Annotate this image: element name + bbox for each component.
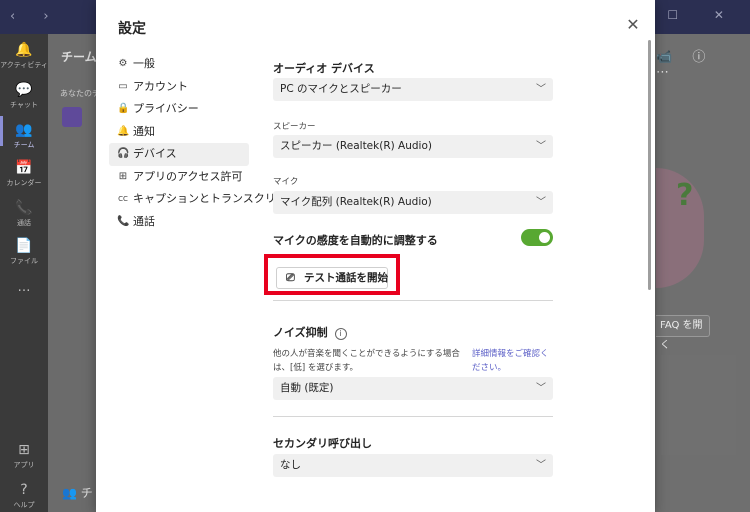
menu-item-privacy[interactable]: 🔒 プライバシー <box>109 98 249 121</box>
chevron-down-icon: ﹀ <box>536 460 546 471</box>
rail-item-more[interactable]: … <box>0 280 48 295</box>
open-faq-button[interactable]: FAQ を開く <box>656 315 710 351</box>
team-avatar[interactable] <box>62 107 82 127</box>
rail-item-label: ファイル <box>10 257 38 265</box>
rail-item-activity[interactable]: 🔔 アクティビティ <box>0 42 48 70</box>
secondary-ringer-select[interactable]: なし ﹀ <box>273 454 553 477</box>
noise-description: 他の人が音楽を聞くことができるようにする場合は、[低] を選びます。 <box>273 349 460 373</box>
rail-item-label: チーム <box>13 141 35 149</box>
menu-item-notifications[interactable]: 🔔 通知 <box>109 121 249 144</box>
mic-label: マイク <box>273 177 299 187</box>
noise-suppression-heading: ノイズ抑制 i <box>273 324 347 340</box>
menu-item-label: デバイス <box>133 147 177 160</box>
team-subtitle: あなたのチ <box>60 89 100 98</box>
background-card <box>656 355 736 455</box>
menu-item-label: 一般 <box>133 57 155 70</box>
mic-select[interactable]: マイク配列 (Realtek(R) Audio) ﹀ <box>273 191 553 214</box>
menu-item-label: アプリのアクセス許可 <box>133 169 243 183</box>
divider <box>273 416 553 417</box>
auto-adjust-label: マイクの感度を自動的に調整する <box>273 234 438 247</box>
start-test-call-button[interactable]: ⎚ テスト通話を開始 <box>276 267 388 289</box>
rail-item-calls[interactable]: 📞 通話 <box>0 200 48 228</box>
select-value: マイク配列 (Realtek(R) Audio) <box>280 196 432 208</box>
apps-icon: ⊞ <box>118 170 128 182</box>
highlight-box: ⎚ テスト通話を開始 <box>264 254 400 295</box>
menu-item-app-permissions[interactable]: ⊞ アプリのアクセス許可 <box>109 166 249 189</box>
menu-item-captions[interactable]: CC キャプションとトランスクリプト <box>109 188 298 211</box>
settings-menu: ⚙ 一般 ▭ アカウント 🔒 プライバシー 🔔 通知 🎧 デバイス ⊞ アプリの… <box>109 53 298 234</box>
phone-icon: 📞 <box>15 200 33 216</box>
chat-icon: 💬 <box>15 82 33 98</box>
speaker-label: スピーカー <box>273 122 316 132</box>
info-icon[interactable]: i <box>334 328 347 340</box>
chevron-down-icon: ﹀ <box>536 84 546 95</box>
rail-item-apps[interactable]: ⊞ アプリ <box>0 442 48 470</box>
lock-icon: 🔒 <box>117 103 130 114</box>
rail-item-chat[interactable]: 💬 チャット <box>0 82 48 110</box>
devices-icon: 🎧 <box>117 148 130 159</box>
rail-item-help[interactable]: ? ヘルプ <box>0 482 48 510</box>
menu-item-label: プライバシー <box>133 102 199 115</box>
id-card-icon: ▭ <box>118 80 128 92</box>
file-icon: 📄 <box>15 238 33 254</box>
toggle-knob <box>539 232 550 243</box>
header-icons[interactable]: 📹 ⓘ ⋯ <box>656 46 736 80</box>
noise-suppression-select[interactable]: 自動 (既定) ﹀ <box>273 377 553 400</box>
divider <box>273 300 553 301</box>
test-call-icon: ⎚ <box>286 271 295 284</box>
rail-item-label: 通話 <box>17 219 31 227</box>
chevron-down-icon: ﹀ <box>536 383 546 394</box>
cc-icon: CC <box>118 195 128 203</box>
select-value: PC のマイクとスピーカー <box>280 83 402 95</box>
auto-adjust-toggle[interactable] <box>521 229 553 246</box>
bell-icon: 🔔 <box>15 42 33 58</box>
chevron-down-icon: ﹀ <box>536 197 546 208</box>
select-value: スピーカー (Realtek(R) Audio) <box>280 140 432 152</box>
bell-icon: 🔔 <box>117 125 130 137</box>
rail-item-label: チャット <box>10 101 38 109</box>
apps-icon: ⊞ <box>18 442 30 458</box>
chevron-down-icon: ﹀ <box>536 141 546 152</box>
learn-more-link[interactable]: 詳細情報をご確認ください。 <box>472 347 556 375</box>
rail-active-indicator <box>0 116 3 146</box>
more-icon: … <box>17 280 31 295</box>
gear-icon: ⚙ <box>118 58 128 69</box>
rail-item-teams[interactable]: 👥 チーム <box>0 122 48 150</box>
close-icon[interactable]: ✕ <box>626 17 640 33</box>
help-icon: ? <box>20 482 28 498</box>
rail-item-calendar[interactable]: 📅 カレンダー <box>0 160 48 188</box>
secondary-ringer-heading: セカンダリ呼び出し <box>273 437 372 450</box>
background-bottom-text: 👥 チ <box>62 486 93 500</box>
menu-item-calls[interactable]: 📞 通話 <box>109 211 249 234</box>
menu-item-devices[interactable]: 🎧 デバイス <box>109 143 249 166</box>
dialog-title: 設定 <box>118 21 146 37</box>
rail-item-label: アクティビティ <box>0 61 48 69</box>
menu-item-account[interactable]: ▭ アカウント <box>109 76 249 99</box>
rail-item-label: アプリ <box>13 461 35 469</box>
menu-item-general[interactable]: ⚙ 一般 <box>109 53 249 76</box>
menu-item-label: 通話 <box>133 214 155 228</box>
question-mark-icon: ? <box>676 178 694 213</box>
menu-item-label: アカウント <box>133 79 188 93</box>
scrollbar[interactable] <box>648 40 651 290</box>
team-header: チーム <box>61 50 97 64</box>
rail-item-label: カレンダー <box>6 179 42 187</box>
calendar-icon: 📅 <box>15 160 33 176</box>
rail-item-files[interactable]: 📄 ファイル <box>0 238 48 266</box>
teams-icon: 👥 <box>15 122 33 138</box>
app-rail: 🔔 アクティビティ 💬 チャット 👥 チーム 📅 カレンダー 📞 通話 📄 ファ… <box>0 34 48 512</box>
phone-icon: 📞 <box>117 215 130 227</box>
audio-devices-heading: オーディオ デバイス <box>273 62 375 75</box>
rail-item-label: ヘルプ <box>13 501 35 509</box>
button-label: テスト通話を開始 <box>304 272 388 284</box>
select-value: なし <box>280 459 301 471</box>
back-forward-arrows[interactable]: ‹ › <box>10 9 61 24</box>
select-value: 自動 (既定) <box>280 382 334 394</box>
menu-item-label: 通知 <box>133 124 155 138</box>
audio-device-select[interactable]: PC のマイクとスピーカー ﹀ <box>273 78 553 101</box>
speaker-select[interactable]: スピーカー (Realtek(R) Audio) ﹀ <box>273 135 553 158</box>
